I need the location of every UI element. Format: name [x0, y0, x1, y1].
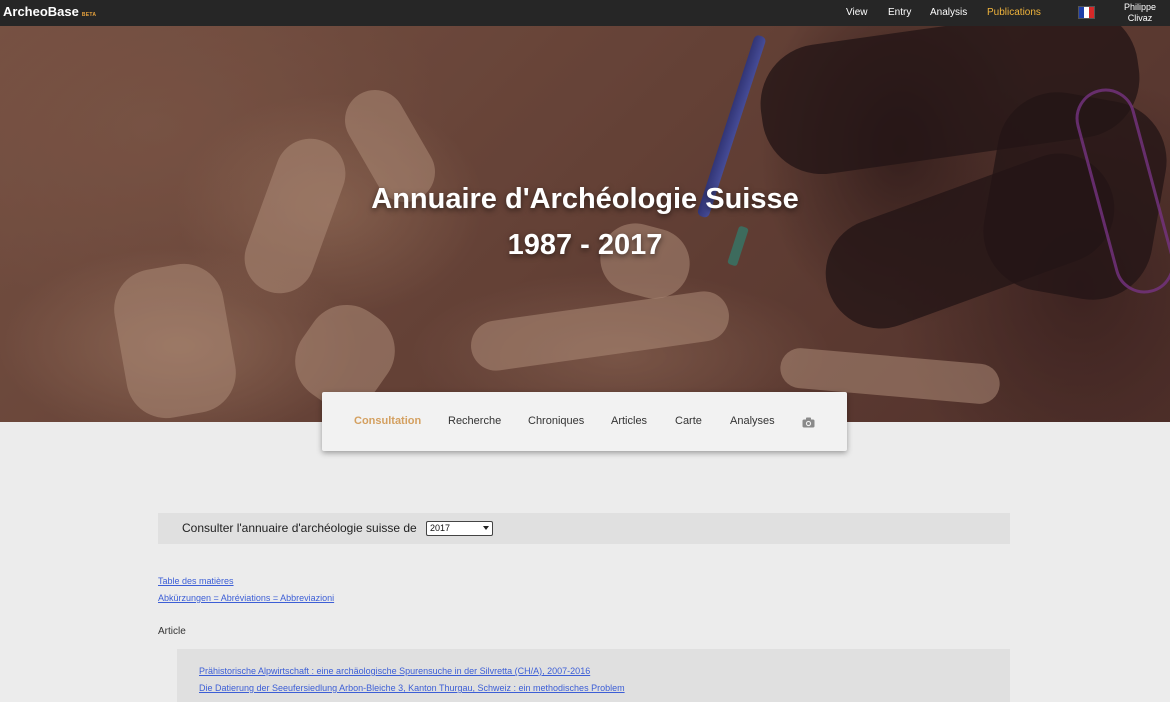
section-heading-article: Article: [158, 626, 186, 637]
hero-title: Annuaire d'Archéologie Suisse: [371, 183, 799, 215]
abbreviations-link[interactable]: Abkürzungen = Abréviations = Abbreviazio…: [158, 593, 334, 603]
top-navbar: ArcheoBase BETA View Entry Analysis Publ…: [0, 0, 1170, 26]
year-select[interactable]: 2017: [426, 521, 493, 536]
camera-icon[interactable]: [802, 415, 815, 433]
user-last-name: Clivaz: [1127, 13, 1153, 23]
section-tabs: Consultation Recherche Chroniques Articl…: [322, 392, 847, 451]
hero-years: 1987 - 2017: [507, 229, 663, 261]
tab-chroniques[interactable]: Chroniques: [528, 415, 584, 427]
nav-publications[interactable]: Publications: [987, 7, 1041, 18]
nav-entry[interactable]: Entry: [888, 7, 911, 18]
tab-recherche[interactable]: Recherche: [448, 415, 501, 427]
beta-badge: BETA: [81, 12, 97, 18]
toc-link[interactable]: Table des matières: [158, 576, 234, 586]
tab-consultation[interactable]: Consultation: [354, 415, 421, 427]
user-first-name: Philippe: [1123, 2, 1157, 12]
nav-analysis[interactable]: Analysis: [930, 7, 967, 18]
article-link[interactable]: Prähistorische Alpwirtschaft : eine arch…: [199, 666, 590, 676]
nav-view[interactable]: View: [846, 7, 868, 18]
year-select-value: 2017: [430, 523, 451, 533]
brand-logo[interactable]: ArcheoBase BETA: [3, 4, 96, 19]
tab-analyses[interactable]: Analyses: [730, 415, 775, 427]
chevron-down-icon: [483, 526, 489, 530]
article-link[interactable]: Die Datierung der Seeufersiedlung Arbon-…: [199, 683, 625, 693]
user-menu[interactable]: Philippe Clivaz: [1118, 2, 1162, 24]
flag-fr-icon[interactable]: [1078, 6, 1095, 19]
brand-name: ArcheoBase: [3, 4, 79, 19]
hero-banner: Annuaire d'Archéologie Suisse 1987 - 201…: [0, 26, 1170, 422]
tab-carte[interactable]: Carte: [675, 415, 702, 427]
article-list: Prähistorische Alpwirtschaft : eine arch…: [177, 649, 1010, 702]
tab-articles[interactable]: Articles: [611, 415, 647, 427]
year-selector-label: Consulter l'annuaire d'archéologie suiss…: [182, 521, 417, 535]
year-selector-bar: Consulter l'annuaire d'archéologie suiss…: [158, 513, 1010, 544]
